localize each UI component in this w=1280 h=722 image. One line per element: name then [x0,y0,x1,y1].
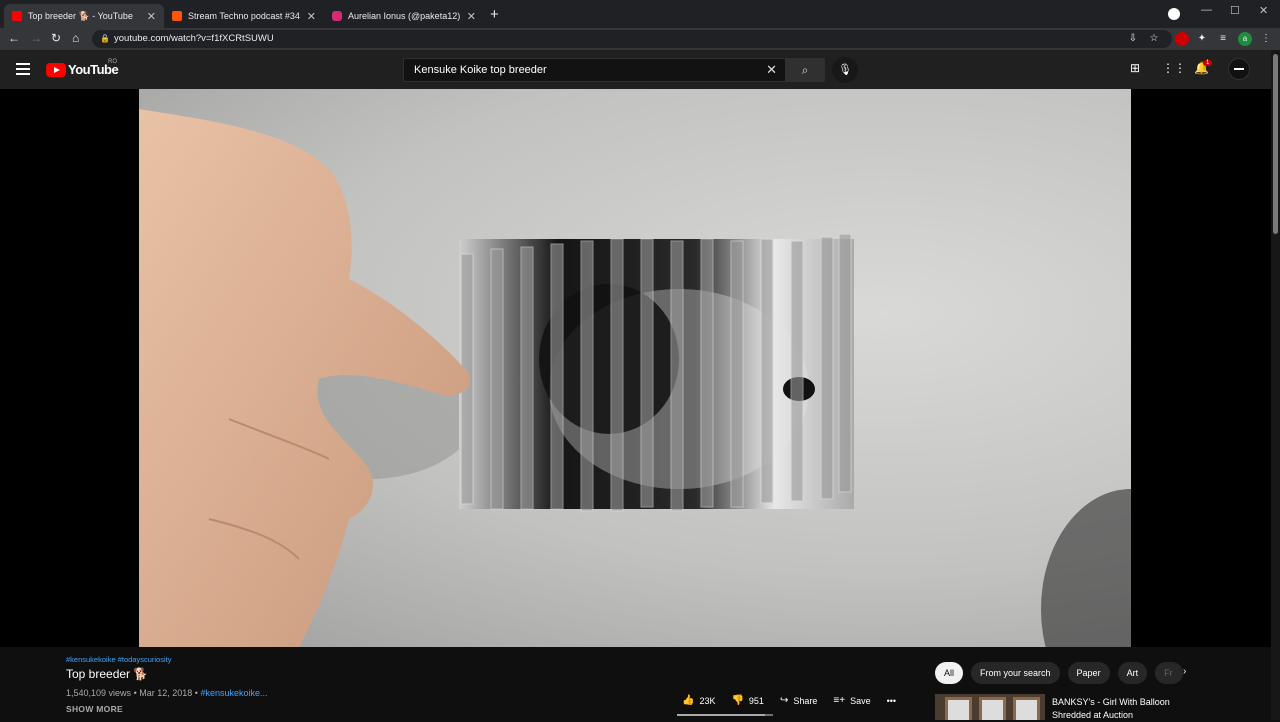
close-tab-icon[interactable]: ✕ [147,10,156,23]
dislike-button[interactable]: 👎 951 [731,695,763,706]
video-actions: 👍 23K 👎 951 ↪ Share ≡+ Save ••• [682,695,912,706]
like-ratio-fill [677,714,766,716]
clear-search-icon[interactable]: ✕ [766,59,777,81]
youtube-play-icon [46,62,66,77]
close-tab-icon[interactable]: ✕ [307,10,316,23]
youtube-favicon-icon [12,11,22,21]
search-icon: ⌕ [801,63,809,77]
instagram-favicon-icon [332,11,342,21]
stream-favicon-icon [172,11,182,21]
more-horizontal-icon: ••• [886,695,897,706]
recommended-video-title[interactable]: BANKSY's - Girl With Balloon Shredded at… [1052,696,1192,722]
frame-image [945,697,972,720]
upload-date: Mar 12, 2018 [139,688,193,698]
hamburger-menu-icon[interactable] [16,63,30,75]
lock-icon: 🔒 [100,34,110,43]
region-code: RO [108,59,117,65]
back-arrow-icon[interactable]: ← [8,31,20,45]
save-label: Save [850,695,871,706]
close-tab-icon[interactable]: ✕ [467,10,476,23]
video-still-image [139,109,1131,647]
thumbs-up-icon: 👍 [682,695,695,706]
browser-tab-stream[interactable]: Stream Techno podcast #34 | dol ✕ [164,4,324,28]
share-label: Share [793,695,818,706]
extension-adblock-icon[interactable] [1175,32,1189,46]
chip-from-your-search[interactable]: From your search [971,662,1060,684]
share-button[interactable]: ↪ Share [780,695,817,706]
install-app-icon[interactable]: ⇩ [1126,32,1140,46]
forward-arrow-icon[interactable]: → [30,31,42,45]
voice-search-mic-icon[interactable]: 🎙 [832,57,858,83]
profile-avatar[interactable]: a [1238,32,1252,46]
bookmark-star-icon[interactable]: ☆ [1147,32,1161,46]
chip-art[interactable]: Art [1117,662,1148,684]
reload-icon[interactable]: ↻ [51,31,61,45]
video-frame [139,89,1131,647]
browser-toolbar: ← → ↻ ⌂ 🔒 youtube.com/watch?v=f1fXCRtSUW… [0,28,1280,50]
chevron-right-icon[interactable]: › [1183,666,1186,677]
video-meta: 1,540,109 views • Mar 12, 2018 • #kensuk… [66,688,268,698]
search-button[interactable]: ⌕ [785,58,825,82]
search-query: Kensuke Koike top breeder [414,64,547,76]
minimize-icon[interactable]: — [1201,4,1212,16]
address-bar[interactable]: 🔒 youtube.com/watch?v=f1fXCRtSUWU [92,30,1172,48]
scrollbar-thumb[interactable] [1273,54,1278,234]
dislike-count: 951 [748,695,764,706]
notification-badge: 1 [1203,60,1213,66]
video-info-section: #kensukekoike #todayscuriosity Top breed… [0,647,1271,720]
show-more-button[interactable]: SHOW MORE [66,704,123,714]
view-count: 1,540,109 views [66,688,132,698]
youtube-logo[interactable]: YouTube RO [46,59,119,77]
tab-title: Aurelian Ionus (@paketa12) • Ins [348,11,461,21]
video-title: Top breeder 🐕 [66,667,149,681]
browser-menu-icon[interactable]: ⋮ [1259,32,1273,46]
add-to-playlist-icon: ≡+ [833,695,846,706]
apps-grid-icon[interactable]: ⋮⋮ [1162,61,1186,75]
extensions-puzzle-icon[interactable]: ✦ [1195,32,1209,46]
media-queue-icon[interactable]: ≡ [1216,32,1230,46]
chip-all[interactable]: All [935,662,964,684]
frame-image [979,697,1006,720]
browser-tab-youtube[interactable]: Top breeder 🐕 - YouTube ✕ [4,4,164,28]
home-icon[interactable]: ⌂ [72,31,79,45]
browser-tab-bar: Top breeder 🐕 - YouTube ✕ Stream Techno … [0,0,1280,28]
like-button[interactable]: 👍 23K [682,695,715,706]
new-tab-icon[interactable]: + [490,6,499,23]
tab-title: Stream Techno podcast #34 | dol [188,11,301,21]
create-video-icon[interactable]: ⊞ [1130,61,1140,75]
frame-image [1013,697,1040,720]
description-hashtag[interactable]: #kensukekoike... [200,688,267,698]
url-text: youtube.com/watch?v=f1fXCRtSUWU [114,33,274,44]
close-window-icon[interactable]: ✕ [1259,4,1268,17]
more-actions-button[interactable]: ••• [887,695,896,706]
browser-tab-instagram[interactable]: Aurelian Ionus (@paketa12) • Ins ✕ [324,4,484,28]
video-player[interactable] [0,89,1271,647]
page-scrollbar[interactable] [1271,50,1280,720]
like-count: 23K [699,695,716,706]
tab-title: Top breeder 🐕 - YouTube [28,10,133,21]
chip-truncated[interactable]: Fr [1155,662,1184,684]
youtube-header: YouTube RO Kensuke Koike top breeder ✕ ⌕… [0,50,1280,89]
like-ratio-bar [677,714,773,716]
filter-chips: All From your search Paper Art Fr [935,662,1191,684]
maximize-icon[interactable]: ☐ [1230,4,1240,17]
account-avatar[interactable] [1228,58,1250,80]
search-input[interactable]: Kensuke Koike top breeder ✕ [403,58,786,82]
save-button[interactable]: ≡+ Save [833,695,870,706]
tab-search-icon[interactable] [1168,8,1180,20]
chip-paper[interactable]: Paper [1067,662,1110,684]
hashtags-link[interactable]: #kensukekoike #todayscuriosity [66,655,171,664]
share-arrow-icon: ↪ [779,695,789,706]
recommended-video-thumbnail[interactable] [935,694,1045,720]
thumbs-down-icon: 👎 [731,695,744,706]
